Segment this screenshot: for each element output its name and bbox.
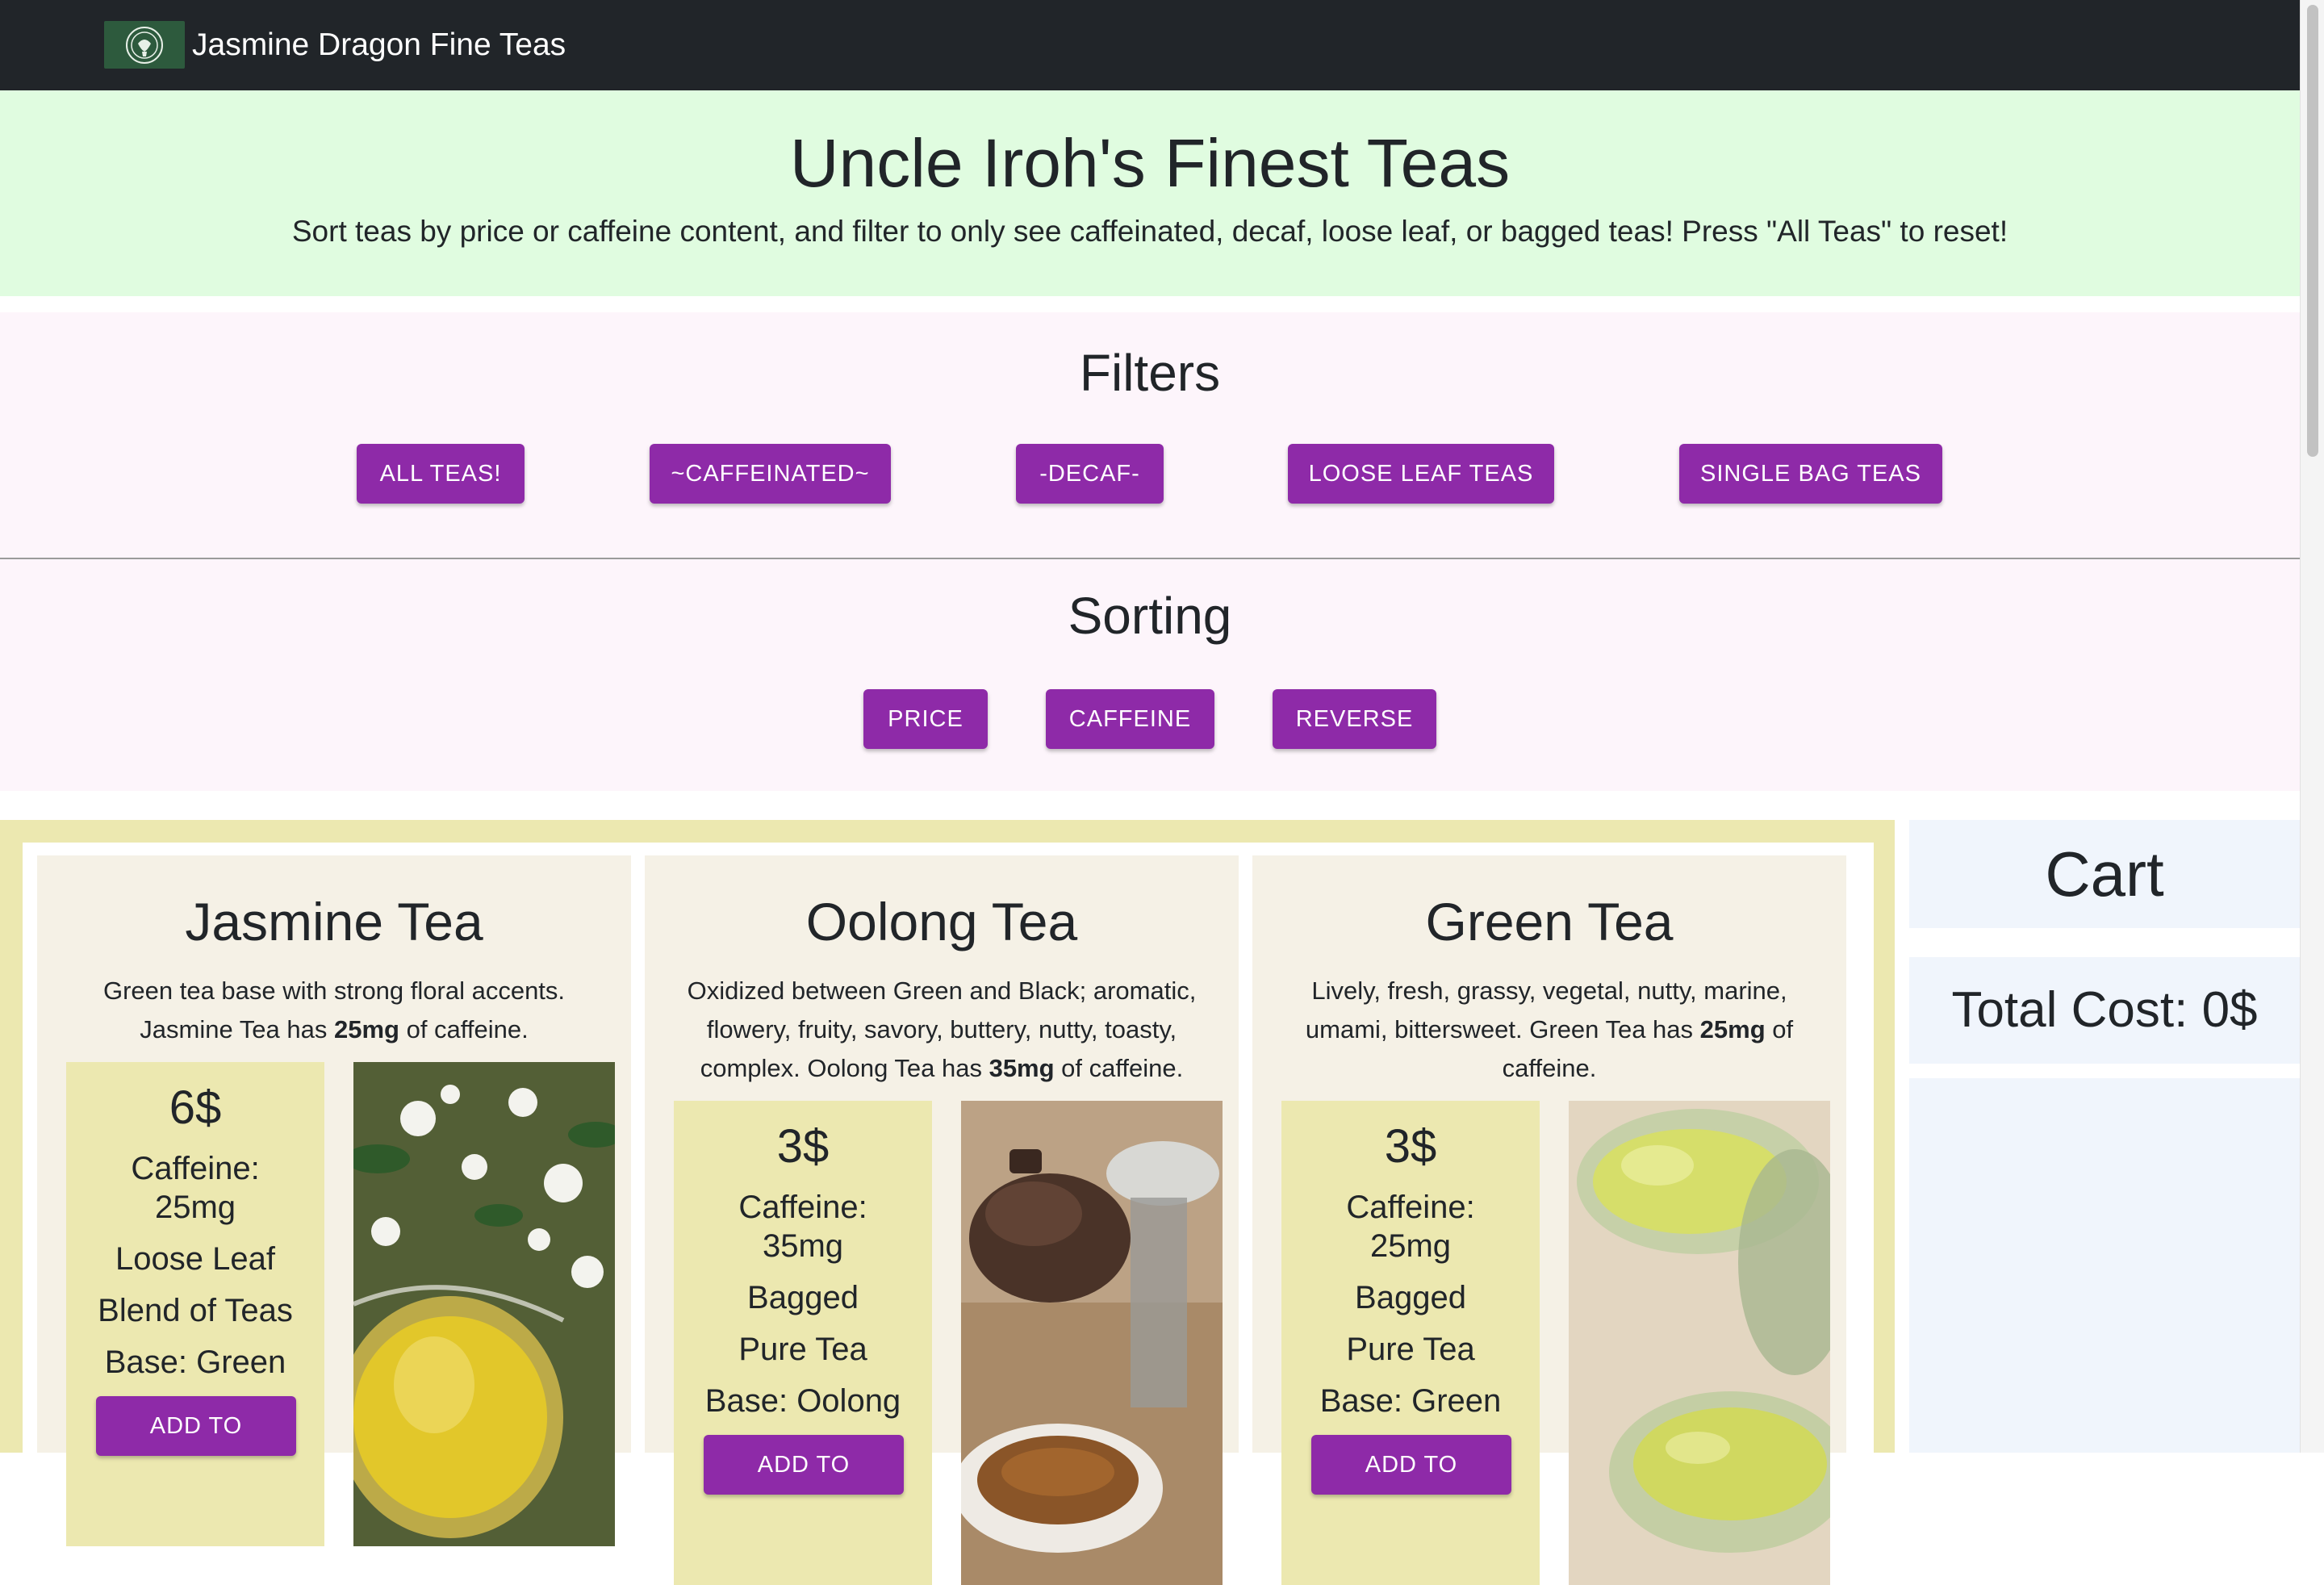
- filters-title: Filters: [1079, 344, 1221, 402]
- product-list: Jasmine Tea Green tea base with strong f…: [0, 820, 1895, 1585]
- tea-caffeine-label: Caffeine:: [131, 1151, 260, 1186]
- tea-base: Base: Green: [104, 1345, 286, 1380]
- brand-name[interactable]: Jasmine Dragon Fine Teas: [192, 23, 566, 68]
- tea-price: 6$: [169, 1081, 222, 1134]
- sort-caffeine-button[interactable]: CAFFEINE: [1046, 689, 1214, 749]
- tea-caffeine-value: 25mg: [1369, 1228, 1452, 1264]
- cart-title: Cart: [2045, 839, 2164, 910]
- cart-total: Total Cost: 0$: [1951, 982, 2258, 1038]
- tea-caffeine-value: 25mg: [154, 1190, 236, 1225]
- tea-info-panel: 6$ Caffeine: 25mg Loose Leaf Blend of Te…: [66, 1062, 324, 1546]
- filter-decaf-button[interactable]: -DECAF-: [1016, 444, 1164, 504]
- page-scrollbar[interactable]: [2300, 0, 2324, 1453]
- sort-reverse-button[interactable]: REVERSE: [1273, 689, 1436, 749]
- tea-info-panel: 3$ Caffeine: 25mg Bagged Pure Tea Base: …: [1281, 1101, 1540, 1585]
- page-title: Uncle Iroh's Finest Teas: [789, 125, 1511, 201]
- add-to-cart-button[interactable]: ADD TO: [704, 1435, 904, 1495]
- tea-name: Oolong Tea: [805, 892, 1078, 951]
- product-grid: Jasmine Tea Green tea base with strong f…: [23, 843, 1874, 1585]
- filter-single-bag-button[interactable]: SINGLE BAG TEAS: [1679, 444, 1942, 504]
- sorting-title: Sorting: [1068, 587, 1232, 645]
- cart-total-panel: Total Cost: 0$: [1909, 957, 2300, 1064]
- tea-description: Green tea base with strong floral accent…: [102, 977, 566, 1043]
- filter-loose-leaf-button[interactable]: LOOSE LEAF TEAS: [1288, 444, 1554, 504]
- tea-blend: Pure Tea: [1346, 1332, 1475, 1367]
- tea-blend: Blend of Teas: [98, 1293, 293, 1328]
- tea-caffeine-label: Caffeine:: [738, 1190, 867, 1225]
- cart-header: Cart: [1909, 820, 2300, 928]
- filter-all-teas-button[interactable]: ALL TEAS!: [357, 444, 525, 504]
- sort-price-button[interactable]: PRICE: [863, 689, 988, 749]
- tea-photo-jasmine: [353, 1062, 615, 1546]
- cart-items-list: [1909, 1078, 2300, 1453]
- tea-price: 3$: [776, 1120, 830, 1173]
- page-subtitle: Sort teas by price or caffeine content, …: [291, 215, 2008, 248]
- filters-section: Filters ALL TEAS! ~CAFFEINATED~ -DECAF- …: [0, 312, 2300, 558]
- tea-card-oolong: Oolong Tea Oxidized between Green and Bl…: [645, 855, 1239, 1585]
- tea-base: Base: Green: [1319, 1383, 1502, 1419]
- tea-photo-green: [1569, 1101, 1830, 1585]
- add-to-cart-button[interactable]: ADD TO: [1311, 1435, 1511, 1495]
- tea-info-panel: 3$ Caffeine: 35mg Bagged Pure Tea Base: …: [674, 1101, 932, 1585]
- jasmine-dragon-logo-icon[interactable]: [104, 21, 185, 69]
- tea-form: Loose Leaf: [115, 1241, 275, 1277]
- tea-description: Lively, fresh, grassy, vegetal, nutty, m…: [1305, 977, 1794, 1082]
- tea-price: 3$: [1384, 1120, 1437, 1173]
- tea-form: Bagged: [747, 1280, 859, 1315]
- tea-card-jasmine: Jasmine Tea Green tea base with strong f…: [37, 855, 631, 1546]
- hero-banner: Uncle Iroh's Finest Teas Sort teas by pr…: [0, 90, 2300, 296]
- tea-name: Green Tea: [1425, 892, 1674, 951]
- tea-blend: Pure Tea: [738, 1332, 867, 1367]
- navbar: Jasmine Dragon Fine Teas: [0, 0, 2300, 90]
- tea-card-green: Green Tea Lively, fresh, grassy, vegetal…: [1252, 855, 1846, 1585]
- tea-form: Bagged: [1355, 1280, 1466, 1315]
- tea-caffeine-value: 35mg: [762, 1228, 844, 1264]
- tea-base: Base: Oolong: [704, 1383, 901, 1419]
- scrollbar-thumb[interactable]: [2307, 5, 2318, 457]
- tea-description: Oxidized between Green and Black; aromat…: [687, 977, 1197, 1082]
- tea-photo-oolong: [961, 1101, 1223, 1585]
- tea-caffeine-label: Caffeine:: [1346, 1190, 1475, 1225]
- tea-name: Jasmine Tea: [185, 892, 483, 951]
- add-to-cart-button[interactable]: ADD TO: [96, 1396, 296, 1456]
- filter-caffeinated-button[interactable]: ~CAFFEINATED~: [650, 444, 891, 504]
- sorting-section: Sorting PRICE CAFFEINE REVERSE: [0, 559, 2300, 791]
